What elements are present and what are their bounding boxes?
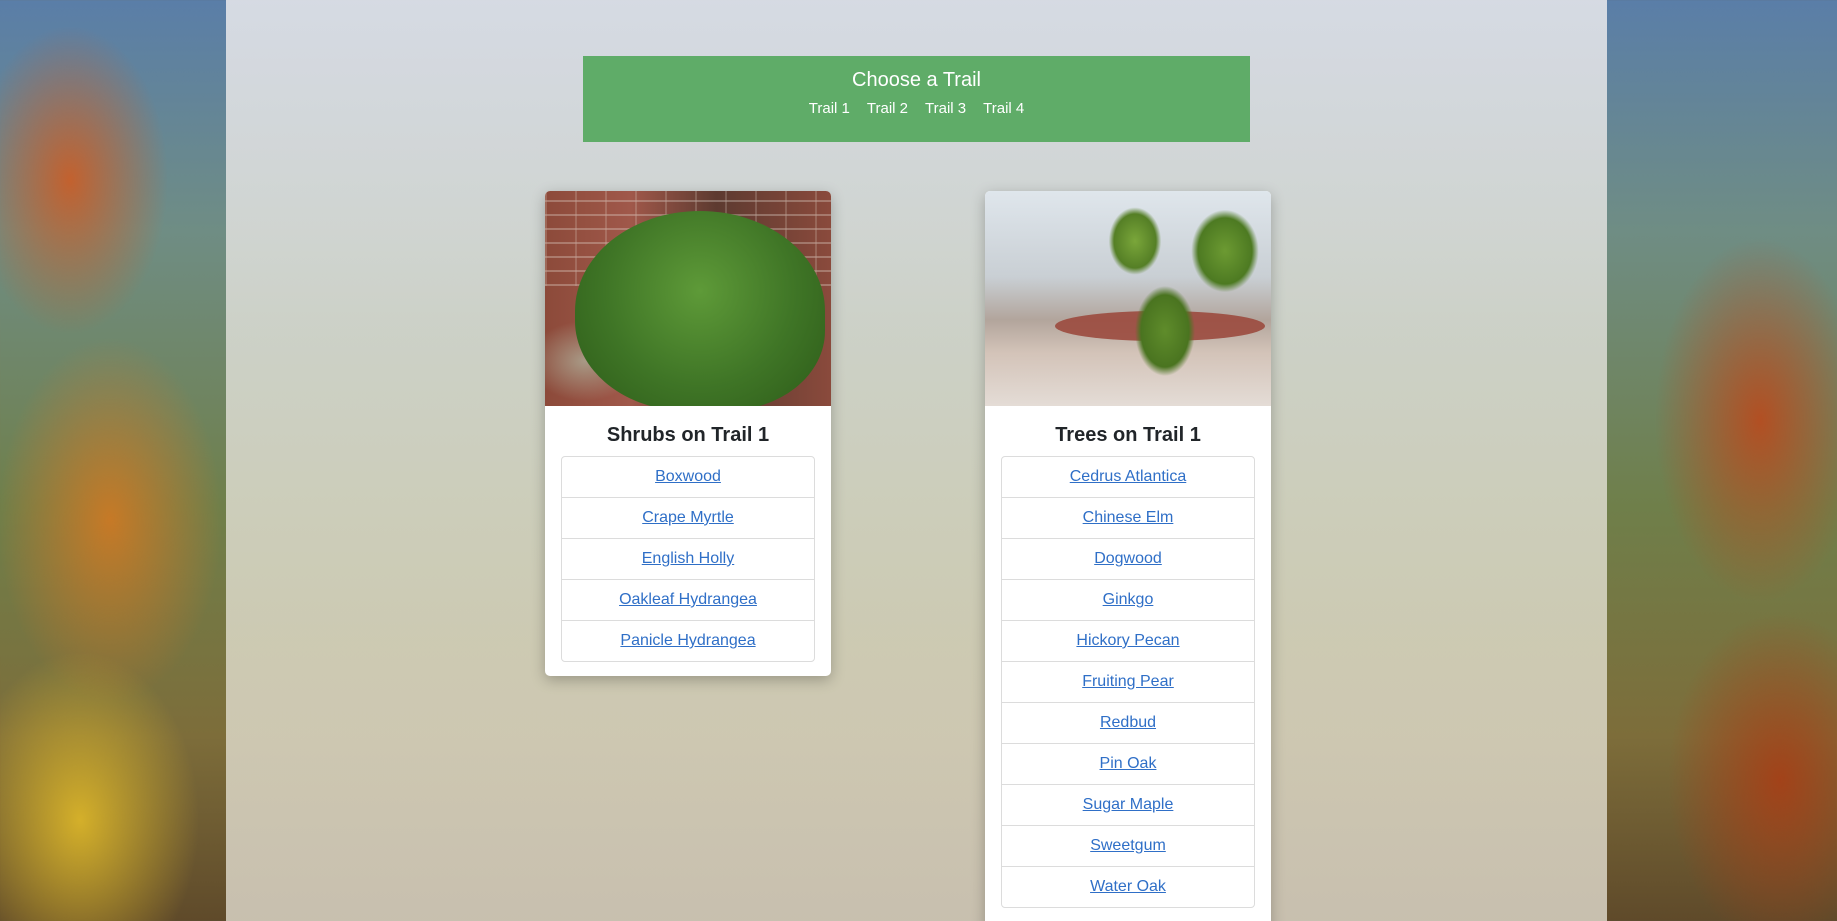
- list-item: Fruiting Pear: [1002, 662, 1254, 703]
- shrub-link-panicle-hydrangea[interactable]: Panicle Hydrangea: [620, 632, 755, 649]
- list-item: Dogwood: [1002, 539, 1254, 580]
- shrub-list: Boxwood Crape Myrtle English Holly Oakle…: [561, 456, 815, 662]
- list-item: Ginkgo: [1002, 580, 1254, 621]
- shrub-link-boxwood[interactable]: Boxwood: [655, 468, 721, 485]
- tree-photo: [985, 191, 1271, 406]
- tree-link-ginkgo[interactable]: Ginkgo: [1103, 591, 1154, 608]
- list-item: Boxwood: [562, 457, 814, 498]
- tree-list: Cedrus Atlantica Chinese Elm Dogwood Gin…: [1001, 456, 1255, 908]
- shrubs-card-title: Shrubs on Trail 1: [606, 424, 770, 446]
- list-item: Oakleaf Hydrangea: [562, 580, 814, 621]
- trail-4-link[interactable]: Trail 4: [983, 99, 1024, 119]
- tree-link-sweetgum[interactable]: Sweetgum: [1090, 837, 1166, 854]
- trail-3-link[interactable]: Trail 3: [925, 99, 966, 119]
- shrub-link-oakleaf-hydrangea[interactable]: Oakleaf Hydrangea: [619, 591, 757, 608]
- tree-link-hickory-pecan[interactable]: Hickory Pecan: [1076, 632, 1179, 649]
- shrubs-card: Shrubs on Trail 1 Boxwood Crape Myrtle E…: [545, 191, 831, 676]
- shrub-link-crape-myrtle[interactable]: Crape Myrtle: [642, 509, 734, 526]
- tree-link-pin-oak[interactable]: Pin Oak: [1100, 755, 1157, 772]
- list-item: Cedrus Atlantica: [1002, 457, 1254, 498]
- list-item: Sweetgum: [1002, 826, 1254, 867]
- list-item: Crape Myrtle: [562, 498, 814, 539]
- tree-link-redbud[interactable]: Redbud: [1100, 714, 1156, 731]
- list-item: Water Oak: [1002, 867, 1254, 907]
- trail-2-link[interactable]: Trail 2: [867, 99, 908, 119]
- list-item: Hickory Pecan: [1002, 621, 1254, 662]
- shrub-photo: [545, 191, 831, 406]
- list-item: Redbud: [1002, 703, 1254, 744]
- trail-links: Trail 1 Trail 2 Trail 3 Trail 4: [583, 99, 1250, 119]
- trail-1-link[interactable]: Trail 1: [809, 99, 850, 119]
- list-item: Sugar Maple: [1002, 785, 1254, 826]
- tree-link-fruiting-pear[interactable]: Fruiting Pear: [1082, 673, 1174, 690]
- tree-link-chinese-elm[interactable]: Chinese Elm: [1083, 509, 1174, 526]
- trees-card: Trees on Trail 1 Cedrus Atlantica Chines…: [985, 191, 1271, 921]
- trail-menu: Choose a Trail Trail 1 Trail 2 Trail 3 T…: [583, 56, 1250, 142]
- shrub-link-english-holly[interactable]: English Holly: [642, 550, 734, 567]
- list-item: Panicle Hydrangea: [562, 621, 814, 661]
- trees-card-title: Trees on Trail 1: [1055, 424, 1201, 446]
- list-item: Chinese Elm: [1002, 498, 1254, 539]
- tree-link-cedrus-atlantica[interactable]: Cedrus Atlantica: [1070, 468, 1187, 485]
- trail-menu-title: Choose a Trail: [852, 69, 981, 91]
- tree-link-dogwood[interactable]: Dogwood: [1094, 550, 1162, 567]
- tree-link-water-oak[interactable]: Water Oak: [1090, 878, 1166, 895]
- list-item: English Holly: [562, 539, 814, 580]
- list-item: Pin Oak: [1002, 744, 1254, 785]
- tree-link-sugar-maple[interactable]: Sugar Maple: [1083, 796, 1174, 813]
